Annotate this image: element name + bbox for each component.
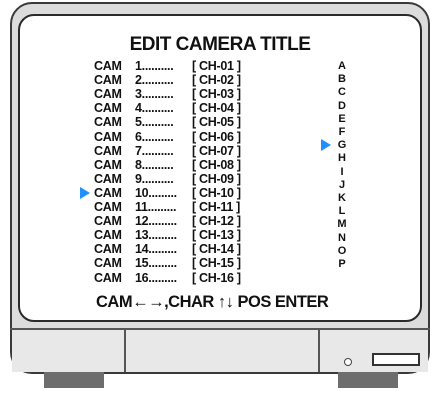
character-option[interactable]: D — [335, 100, 349, 112]
character-option[interactable]: F — [335, 126, 349, 138]
power-button[interactable] — [372, 353, 420, 366]
power-led-icon — [344, 358, 352, 366]
character-option[interactable]: M — [335, 218, 349, 230]
character-option[interactable]: O — [335, 245, 349, 257]
character-option[interactable]: C — [335, 86, 349, 98]
camera-number: 16......... — [135, 270, 177, 285]
camera-label: CAM — [94, 270, 122, 285]
character-option[interactable]: G — [335, 139, 349, 151]
character-option[interactable]: H — [335, 152, 349, 164]
monitor-foot-left — [44, 372, 104, 388]
character-cursor-icon — [321, 139, 331, 152]
monitor-base-panel — [12, 330, 428, 372]
monitor-foot-right — [338, 372, 398, 388]
camera-title-value: [ CH-16 ] — [192, 270, 241, 285]
character-option[interactable]: P — [335, 258, 349, 270]
character-option[interactable]: K — [335, 192, 349, 204]
base-divider-left — [124, 330, 126, 372]
character-option[interactable]: L — [335, 205, 349, 217]
page-title: EDIT CAMERA TITLE — [129, 34, 311, 55]
camera-cursor-icon — [80, 186, 90, 199]
character-option[interactable]: A — [335, 60, 349, 72]
key-hint-footer: CAM←→,CHAR ↑↓ POS ENTER — [96, 293, 329, 311]
character-option[interactable]: J — [335, 179, 349, 191]
character-option[interactable]: E — [335, 113, 349, 125]
character-option[interactable]: I — [335, 166, 349, 178]
character-option[interactable]: B — [335, 73, 349, 85]
character-option[interactable]: N — [335, 232, 349, 244]
base-divider-right — [318, 330, 320, 372]
